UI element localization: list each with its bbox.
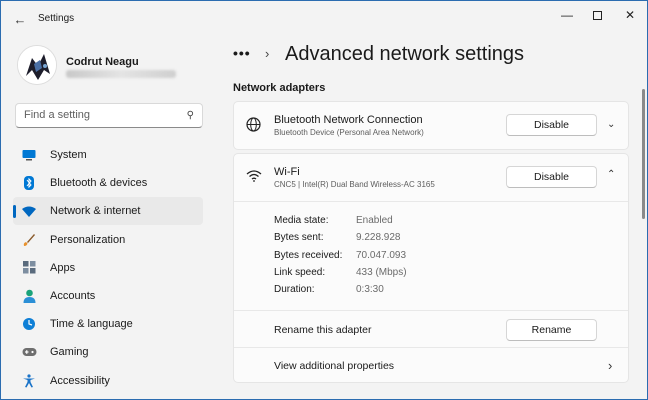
disable-button[interactable]: Disable: [506, 166, 597, 188]
divider: [234, 201, 628, 202]
chevron-right-icon: ›: [265, 46, 270, 61]
app-title: Settings: [38, 13, 75, 24]
adapter-subtitle: CNC5 | Intel(R) Dual Band Wireless-AC 31…: [274, 180, 435, 189]
sidebar-item-apps[interactable]: Apps: [13, 254, 203, 282]
back-arrow-icon[interactable]: ←: [9, 9, 31, 29]
prop-value-bytes-received: 70.047.093: [356, 250, 407, 261]
sidebar-item-system[interactable]: System: [13, 141, 203, 169]
sidebar-item-network[interactable]: Network & internet: [13, 197, 203, 226]
wifi-icon: [246, 170, 262, 185]
sidebar-item-label: Bluetooth & devices: [50, 177, 148, 190]
prop-value-duration: 0:3:30: [356, 284, 384, 295]
chevron-up-icon[interactable]: ⌃: [607, 169, 615, 180]
divider: [234, 310, 628, 311]
globe-clock-icon: [21, 317, 37, 331]
prop-label-bytes-received: Bytes received:: [274, 250, 343, 261]
section-title: Network adapters: [233, 82, 326, 94]
sidebar-item-label: Time & language: [50, 318, 133, 331]
scrollbar[interactable]: [642, 89, 645, 219]
avatar[interactable]: [17, 45, 57, 85]
close-button[interactable]: ✕: [614, 5, 646, 25]
sidebar-item-label: Personalization: [50, 233, 126, 246]
adapter-title: Wi-Fi: [274, 166, 300, 178]
sidebar-item-bluetooth[interactable]: Bluetooth & devices: [13, 169, 203, 197]
gamepad-icon: [21, 345, 37, 359]
sidebar-item-label: Network & internet: [50, 205, 141, 218]
apps-icon: [21, 261, 37, 275]
prop-label-media-state: Media state:: [274, 215, 329, 226]
prop-value-media-state: Enabled: [356, 215, 393, 226]
sidebar-item-gaming[interactable]: Gaming: [13, 338, 203, 366]
view-additional-properties-link[interactable]: View additional properties: [274, 360, 394, 372]
adapter-card-bluetooth[interactable]: Bluetooth Network Connection Bluetooth D…: [233, 101, 629, 150]
prop-value-link-speed: 433 (Mbps): [356, 267, 407, 278]
sidebar-item-accounts[interactable]: Accounts: [13, 282, 203, 310]
globe-network-icon: [246, 117, 261, 135]
prop-value-bytes-sent: 9.228.928: [356, 232, 401, 243]
adapter-card-wifi[interactable]: Wi-Fi CNC5 | Intel(R) Dual Band Wireless…: [233, 153, 629, 383]
rename-adapter-label: Rename this adapter: [274, 324, 372, 336]
title-bar: ← Settings — ✕: [1, 1, 647, 35]
rename-button[interactable]: Rename: [506, 319, 597, 341]
prop-label-link-speed: Link speed:: [274, 267, 326, 278]
prop-label-duration: Duration:: [274, 284, 315, 295]
search-input[interactable]: [24, 109, 179, 121]
sidebar-item-personalization[interactable]: Personalization: [13, 226, 203, 254]
chevron-right-icon[interactable]: ›: [608, 358, 612, 373]
search-icon[interactable]: ⚲: [187, 110, 194, 121]
sidebar-item-label: System: [50, 149, 87, 161]
brush-icon: [21, 233, 37, 247]
person-icon: [21, 289, 37, 303]
maximize-icon: [592, 10, 602, 20]
sidebar-item-label: Accounts: [50, 289, 96, 302]
search-box[interactable]: ⚲: [15, 103, 203, 128]
divider: [234, 347, 628, 348]
sidebar-item-accessibility[interactable]: Accessibility: [13, 367, 203, 395]
adapter-title: Bluetooth Network Connection: [274, 114, 423, 126]
minimize-button[interactable]: —: [551, 5, 583, 25]
disable-button[interactable]: Disable: [506, 114, 597, 136]
user-name: Codrut Neagu: [66, 56, 139, 68]
wifi-icon: [21, 204, 37, 218]
settings-window: ← Settings — ✕ Codrut Neagu ⚲ System: [0, 0, 648, 400]
bluetooth-icon: [21, 176, 37, 191]
monitor-icon: [21, 148, 37, 162]
sidebar-item-label: Accessibility: [50, 374, 110, 387]
sidebar-item-time-language[interactable]: Time & language: [13, 310, 203, 338]
user-email-blurred: [66, 70, 176, 78]
sidebar-item-label: Gaming: [50, 346, 89, 359]
adapter-subtitle: Bluetooth Device (Personal Area Network): [274, 128, 424, 137]
chevron-down-icon[interactable]: ⌄: [607, 119, 615, 130]
breadcrumb-overflow-button[interactable]: •••: [233, 45, 251, 61]
accessibility-icon: [21, 373, 37, 388]
prop-label-bytes-sent: Bytes sent:: [274, 232, 324, 243]
page-title: Advanced network settings: [285, 43, 525, 65]
sidebar-nav: System Bluetooth & devices Network & int…: [13, 141, 203, 395]
maximize-button[interactable]: [581, 5, 613, 25]
sidebar-item-label: Apps: [50, 261, 76, 274]
avatar-image: [18, 46, 56, 84]
